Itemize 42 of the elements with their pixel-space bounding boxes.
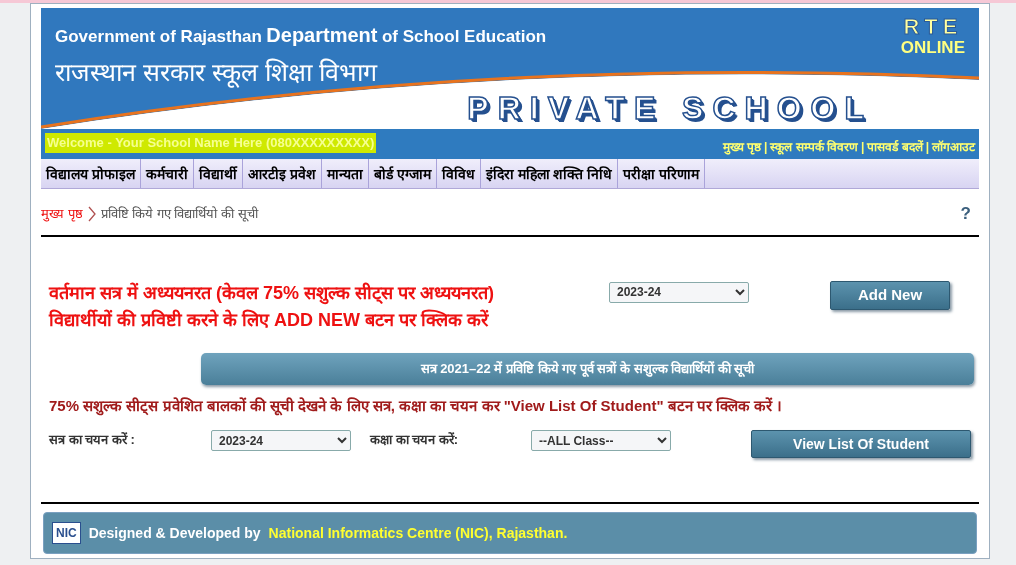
- menu-item[interactable]: परीक्षा परिणाम: [618, 159, 706, 188]
- link-separator: |: [763, 139, 768, 156]
- header-title-text: Government of Rajasthan: [55, 27, 262, 46]
- class-select[interactable]: --ALL Class--: [531, 430, 671, 452]
- top-nav-link[interactable]: लॉगआउट: [932, 138, 975, 156]
- menu-item[interactable]: विविध: [436, 159, 481, 188]
- header-title-text: of School Education: [381, 27, 547, 46]
- menu-item[interactable]: विद्यार्थी: [193, 159, 243, 188]
- session-select[interactable]: 2023-24: [211, 430, 351, 452]
- breadcrumb-current: प्रविष्टि किये गए विद्यार्थियो की सूची: [100, 205, 258, 224]
- menu-item[interactable]: मान्यता: [321, 159, 369, 188]
- footer-credit-text: Designed & Developed by: [88, 523, 261, 543]
- menu-item[interactable]: कर्मचारी: [140, 159, 194, 188]
- top-nav-link[interactable]: पासवर्ड बदलें: [867, 138, 923, 156]
- top-nav-link[interactable]: मुख्य पृष्ठ: [722, 138, 761, 156]
- notice-text: वर्तमान सत्र में अध्ययनरत (केवल 75% सशुल्क सीट्स पर अध्ययनरत): [49, 281, 496, 307]
- menu-item[interactable]: बोर्ड एग्जाम: [368, 159, 437, 188]
- add-new-button[interactable]: Add New: [830, 280, 950, 310]
- menu-item[interactable]: इंदिरा महिला शक्ति निधि: [480, 159, 619, 188]
- header-subtitle: राजस्थान सरकार स्कूल शिक्षा विभाग: [55, 57, 379, 90]
- header-title-text: Department: [266, 24, 378, 46]
- instruction-text: 75% सशुल्क सीट्स प्रवेशित बालकों की सूची देखने के लिए सत्र, कक्षा का चयन कर "View List Of Student" बटन पर क्लिक करें ।: [49, 395, 784, 418]
- menu-item[interactable]: आरटीइ प्रवेश: [242, 159, 322, 188]
- section-title: PRIVATE SCHOOL: [467, 89, 873, 128]
- welcome-text: Welcome - Your School Name Here (080XXXXXXXXX): [45, 133, 377, 153]
- session-label: सत्र का चयन करें :: [49, 431, 136, 450]
- link-separator: |: [860, 139, 865, 156]
- link-separator: |: [925, 139, 929, 156]
- top-nav-link[interactable]: स्कूल सम्पर्क विवरण: [770, 138, 858, 156]
- online-label: ONLINE: [900, 38, 965, 59]
- help-icon[interactable]: ?: [960, 201, 971, 227]
- session-select[interactable]: 2023-24: [609, 281, 749, 303]
- menu-item[interactable]: विद्यालय प्रोफाइल: [41, 159, 141, 188]
- breadcrumb-home-link[interactable]: मुख्य पृष्ठ: [41, 204, 83, 224]
- nic-logo: NIC: [52, 522, 81, 545]
- view-list-button[interactable]: View List Of Student: [751, 430, 971, 459]
- chevron-right-icon: [86, 205, 97, 222]
- class-label: कक्षा का चयन करें:: [370, 431, 460, 450]
- notice-text: विद्यार्थीयों की प्रविष्टी करने के लिए ADD NEW बटन पर क्लिक करें: [49, 308, 490, 333]
- rte-logo-text: RTE: [902, 16, 964, 38]
- footer-organization-text: National Informatics Centre (NIC), Rajasthan.: [268, 523, 568, 543]
- section-heading-bar: सत्र 2021–22 में प्रविष्टि किये गए पूर्व सत्रों के सशुल्क विद्यार्थियों की सूची: [201, 353, 974, 385]
